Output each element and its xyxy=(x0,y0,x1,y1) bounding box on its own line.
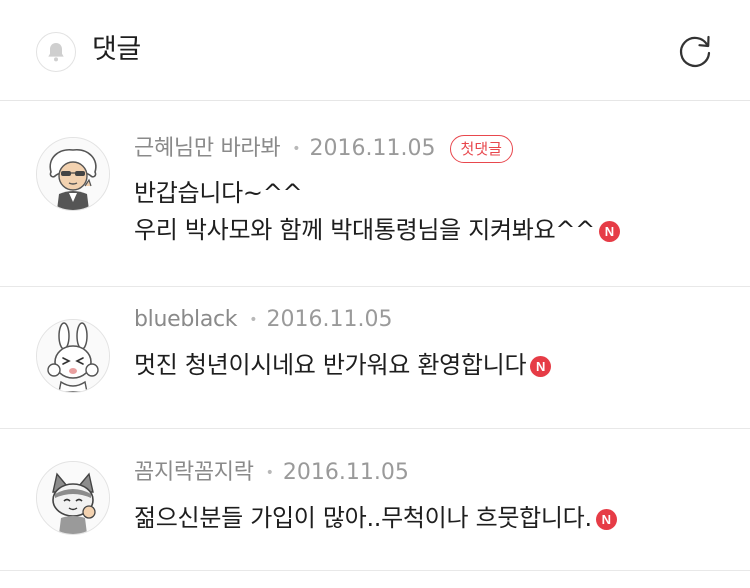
first-comment-badge: 첫댓글 xyxy=(449,135,513,163)
meta-separator: • xyxy=(249,312,258,328)
comment-meta: blueblack • 2016.11.05 xyxy=(134,305,393,335)
comment-author[interactable]: blueblack xyxy=(134,305,238,335)
new-badge-icon: N xyxy=(530,356,552,377)
comment-line: 젊으신분들 가입이 많아..무척이나 흐뭇합니다. xyxy=(134,504,592,532)
comment-line-last: 멋진 청년이시네요 반가워요 환영합니다 N xyxy=(134,347,552,384)
comment-date: 2016.11.05 xyxy=(266,307,393,332)
comment-date: 2016.11.05 xyxy=(309,136,436,161)
new-badge-icon: N xyxy=(595,509,617,530)
comment-body: 젊으신분들 가입이 많아..무척이나 흐뭇합니다. N xyxy=(134,500,617,537)
cat-avatar-icon[interactable] xyxy=(36,461,110,535)
comment-item: blueblack • 2016.11.05 멋진 청년이시네요 반가워요 환영… xyxy=(0,287,750,429)
comment-line-last: 우리 박사모와 함께 박대통령님을 지켜봐요^^ N xyxy=(134,212,620,249)
new-badge-icon: N xyxy=(598,221,620,242)
meta-separator: • xyxy=(292,141,301,157)
comment-meta: 꼼지락꼼지락 • 2016.11.05 xyxy=(134,458,409,488)
comment-author[interactable]: 근혜님만 바라봐 xyxy=(134,134,281,164)
comment-author[interactable]: 꼼지락꼼지락 xyxy=(134,458,254,488)
comment-line: 반갑습니다~^^ xyxy=(134,179,303,207)
rabbit-avatar-icon[interactable] xyxy=(36,319,110,393)
character-avatar-icon[interactable] xyxy=(36,137,110,211)
comments-header: 댓글 xyxy=(0,0,750,101)
comment-body: 멋진 청년이시네요 반가워요 환영합니다 N xyxy=(134,347,552,384)
comment-meta: 근혜님만 바라봐 • 2016.11.05 첫댓글 xyxy=(134,134,513,164)
bell-icon[interactable] xyxy=(36,32,76,72)
comment-line: 멋진 청년이시네요 반가워요 환영합니다 xyxy=(134,351,527,379)
comment-line: 우리 박사모와 함께 박대통령님을 지켜봐요^^ xyxy=(134,216,595,244)
refresh-icon[interactable] xyxy=(674,30,716,72)
comment-body: 반갑습니다~^^ 우리 박사모와 함께 박대통령님을 지켜봐요^^ N xyxy=(134,175,620,249)
page-title: 댓글 xyxy=(92,34,141,65)
comment-item: 꼼지락꼼지락 • 2016.11.05 젊으신분들 가입이 많아..무척이나 흐… xyxy=(0,429,750,571)
meta-separator: • xyxy=(265,465,274,481)
comment-item: 근혜님만 바라봐 • 2016.11.05 첫댓글 반갑습니다~^^ 우리 박사… xyxy=(0,101,750,287)
comment-line-last: 젊으신분들 가입이 많아..무척이나 흐뭇합니다. N xyxy=(134,500,617,537)
comment-date: 2016.11.05 xyxy=(282,460,409,485)
